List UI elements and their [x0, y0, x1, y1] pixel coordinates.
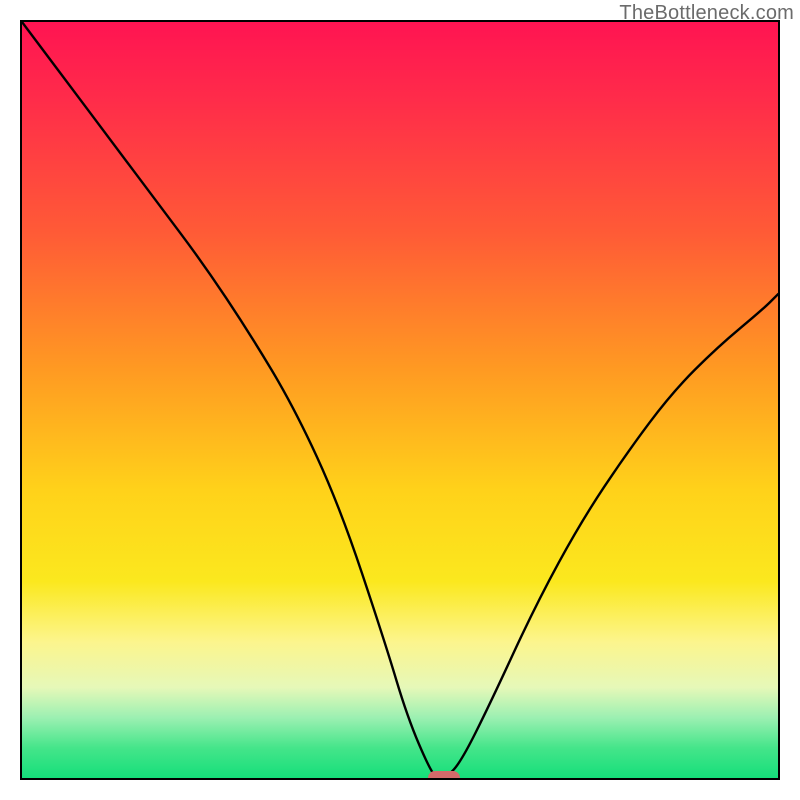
- chart-container: TheBottleneck.com: [0, 0, 800, 800]
- minimum-marker: [428, 771, 460, 780]
- plot-area: [20, 20, 780, 780]
- bottleneck-curve: [22, 22, 778, 778]
- curve-svg: [22, 22, 778, 778]
